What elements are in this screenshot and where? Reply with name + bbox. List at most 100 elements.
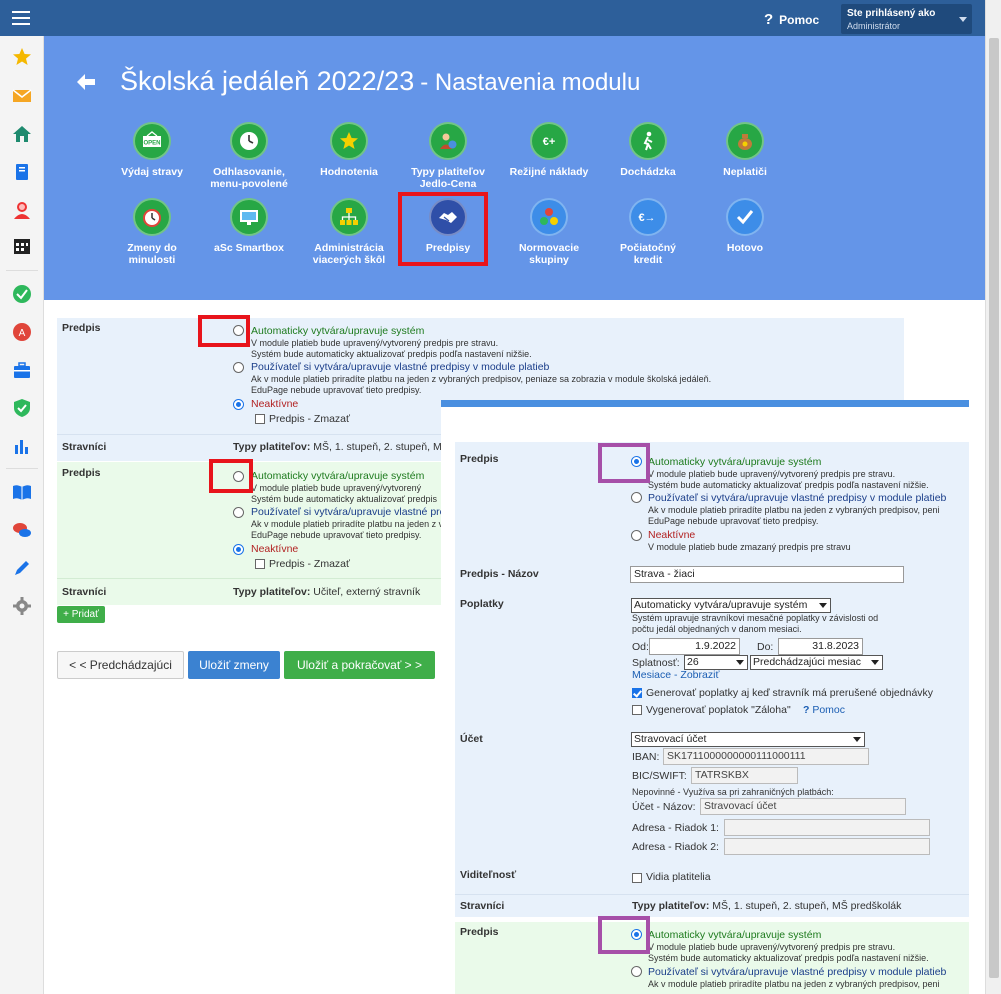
help-link[interactable]: ? Pomoc — [764, 11, 819, 28]
history-icon — [133, 198, 171, 236]
module-label: Administrácia — [314, 242, 384, 254]
pen-icon[interactable] — [12, 558, 32, 578]
add-button[interactable]: + Pridať — [57, 606, 105, 623]
module-history[interactable]: Zmeny do minulosti — [103, 198, 201, 266]
calendar-icon[interactable] — [12, 236, 32, 256]
sidebar: A — [0, 36, 44, 994]
radio-user-1[interactable] — [233, 362, 244, 373]
delete-label: Predpis - Zmazať — [269, 558, 350, 570]
visible-payer-label: Vidia platitelia — [646, 871, 711, 883]
option-user-label: Používateľ si vytvára/upravuje vlastné p… — [251, 361, 550, 373]
module-star[interactable]: Hodnotenia — [300, 122, 398, 178]
save-continue-button[interactable]: Uložiť a pokračovať > > — [284, 651, 435, 679]
gen-deposit-checkbox[interactable] — [632, 705, 642, 715]
detail-payer-types: Typy platiteľov: MŠ, 1. stupeň, 2. stupe… — [632, 900, 901, 912]
payer-types-2: Typy platiteľov: Učiteľ, externý stravní… — [233, 586, 420, 598]
detail-option-auto-desc-2: V module platieb bude upravený/vytvorený… — [648, 942, 896, 952]
detail-radio-inactive[interactable] — [631, 530, 642, 541]
module-groups[interactable]: Normovacie skupiny — [500, 198, 598, 266]
module-label: Normovacie — [518, 242, 580, 254]
module-euro-arrow[interactable]: €→ Počiatočný kredit — [599, 198, 697, 266]
delete-checkbox-1[interactable] — [255, 414, 265, 424]
detail-option-user: Používateľ si vytvára/upravuje vlastné p… — [648, 492, 947, 504]
module-hierarchy[interactable]: Administrácia viacerých škôl — [300, 198, 398, 266]
svg-text:€+: €+ — [543, 136, 556, 148]
gear-icon[interactable] — [12, 596, 32, 616]
help-link-detail[interactable]: ? Pomoc — [803, 704, 845, 716]
months-show-link[interactable]: Mesiace - Zobraziť — [632, 669, 719, 681]
briefcase-icon[interactable] — [12, 360, 32, 380]
back-arrow-icon[interactable] — [76, 72, 96, 92]
module-clock[interactable]: Odhlasovanie, menu-povolené — [200, 122, 298, 190]
option-user-label: Používateľ si vytvára/upravuje vlastné p… — [251, 506, 471, 518]
module-euro-plus[interactable]: €+ Režijné náklady — [500, 122, 598, 178]
module-monitor[interactable]: aSc Smartbox — [200, 198, 298, 254]
book-icon[interactable] — [12, 162, 32, 182]
open-book-icon[interactable] — [12, 482, 32, 502]
account-name-label: Účet - Názov: — [632, 801, 696, 813]
highlight-detail-radio-2 — [598, 916, 650, 954]
address2-input[interactable] — [724, 838, 930, 855]
check-icon — [726, 198, 764, 236]
gen-fees-checkbox[interactable] — [632, 688, 642, 698]
from-date-input[interactable]: 1.9.2022 — [649, 638, 740, 655]
account-select[interactable]: Stravovací účet — [631, 732, 865, 747]
radio-inactive-1[interactable] — [233, 399, 244, 410]
highlight-detail-radio — [598, 443, 650, 483]
account-name-input[interactable]: Stravovací účet — [700, 798, 906, 815]
from-label: Od: — [632, 641, 649, 653]
check-circle-icon[interactable] — [12, 284, 32, 304]
detail-radio-user[interactable] — [631, 492, 642, 503]
page-scrollbar[interactable] — [985, 0, 1001, 994]
delete-checkbox-2[interactable] — [255, 559, 265, 569]
option-user-desc: EduPage nebude upravovať tieto predpisy. — [251, 385, 422, 395]
stravnici-label: Stravníci — [62, 441, 107, 453]
option-auto-label: Automaticky vytvára/upravuje systém — [251, 470, 425, 482]
chat-icon[interactable] — [12, 520, 32, 540]
visible-payer-checkbox[interactable] — [632, 873, 642, 883]
badge-icon[interactable]: A — [12, 322, 32, 342]
save-button[interactable]: Uložiť zmeny — [188, 651, 280, 679]
top-bar: ? Pomoc Ste prihlásený ako Administrátor — [0, 0, 985, 36]
module-check[interactable]: Hotovo — [696, 198, 794, 254]
module-label: Zmeny do — [127, 242, 177, 254]
to-date-input[interactable]: 31.8.2023 — [778, 638, 863, 655]
stravnici-label: Stravníci — [62, 586, 107, 598]
address2-label: Adresa - Riadok 2: — [632, 841, 719, 853]
shield-icon[interactable] — [12, 398, 32, 418]
module-open-sign[interactable]: OPEN Výdaj stravy — [103, 122, 201, 178]
fees-select[interactable]: Automaticky vytvára/upravuje systém — [631, 598, 831, 613]
bic-input[interactable]: TATRSKBX — [691, 767, 798, 784]
chart-icon[interactable] — [12, 436, 32, 456]
predpis-label: Predpis — [62, 467, 101, 479]
help-link-label: Pomoc — [812, 704, 846, 716]
detail-predpis-label: Predpis — [460, 453, 499, 465]
star-icon[interactable] — [12, 47, 32, 67]
home-icon[interactable] — [12, 124, 32, 144]
radio-user-2[interactable] — [233, 507, 244, 518]
predpis-detail-overlay: Predpis Automaticky vytvára/upravuje sys… — [441, 400, 969, 994]
due-day-select[interactable]: 26 — [684, 655, 748, 670]
address1-input[interactable] — [724, 819, 930, 836]
mail-icon[interactable] — [12, 86, 32, 106]
module-label: kredit — [633, 254, 663, 266]
fees-desc: Systém upravuje stravníkovi mesačné popl… — [632, 613, 879, 623]
module-label: Dochádzka — [620, 166, 676, 178]
detail-radio-user-2[interactable] — [631, 966, 642, 977]
detail-option-inactive: Neaktívne — [648, 529, 696, 541]
previous-button[interactable]: < < Predchádzajúci — [57, 651, 184, 679]
iban-input[interactable]: SK1711000000000111000111 — [663, 748, 869, 765]
option-auto-desc: Systém bude automaticky aktualizovať pre… — [251, 494, 437, 504]
user-label: Ste prihlásený ako — [847, 8, 936, 19]
due-month-select[interactable]: Predchádzajúci mesiac — [750, 655, 883, 670]
radio-inactive-2[interactable] — [233, 544, 244, 555]
module-people[interactable]: Typy platiteľov Jedlo-Cena — [399, 122, 497, 190]
module-walk[interactable]: Dochádzka — [599, 122, 697, 178]
scrollbar-thumb[interactable] — [989, 38, 999, 978]
hamburger-menu-icon[interactable] — [12, 11, 30, 25]
predpis-name-input[interactable]: Strava - žiaci — [630, 566, 904, 583]
module-label: Typy platiteľov — [411, 166, 485, 178]
user-menu[interactable]: Ste prihlásený ako Administrátor — [841, 4, 972, 34]
user-icon[interactable] — [12, 200, 32, 220]
module-money-bag[interactable]: Neplatiči — [696, 122, 794, 178]
